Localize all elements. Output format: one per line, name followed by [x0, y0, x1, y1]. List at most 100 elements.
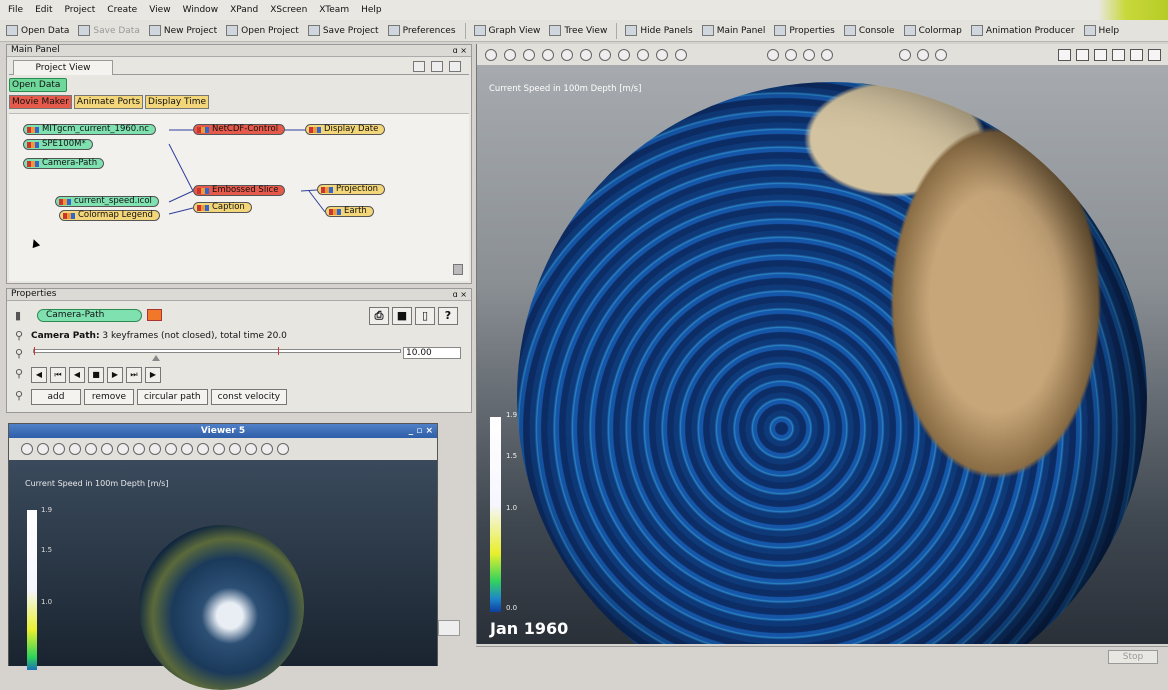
stereo-icon[interactable]	[899, 49, 911, 61]
rotate-icon[interactable]	[85, 443, 97, 455]
seek-icon[interactable]	[165, 443, 177, 455]
console-button[interactable]: Console	[843, 25, 895, 36]
module-color-swatch[interactable]	[147, 309, 162, 321]
time-value-field[interactable]: 10.00	[403, 347, 461, 359]
pin-icon[interactable]: ⚲	[15, 389, 23, 402]
view-iso-icon[interactable]	[821, 49, 833, 61]
view-y-icon[interactable]	[197, 443, 209, 455]
layout-icon[interactable]	[449, 61, 461, 72]
menu-view[interactable]: View	[149, 5, 170, 15]
zoom-icon[interactable]	[542, 49, 554, 61]
viewer5-titlebar[interactable]: Viewer 5 _ ▫ ×	[9, 424, 437, 438]
remove-keyframe-button[interactable]: remove	[84, 389, 134, 405]
node-projection[interactable]: Projection	[317, 184, 386, 195]
tree-view-button[interactable]: Tree View	[549, 25, 607, 36]
trash-icon[interactable]	[453, 264, 463, 275]
node-colormap-legend[interactable]: Colormap Legend	[59, 210, 160, 221]
hand-icon[interactable]	[37, 443, 49, 455]
set-home-icon[interactable]	[133, 443, 145, 455]
menu-xpand[interactable]: XPand	[230, 5, 258, 15]
tab-project-view[interactable]: Project View	[13, 60, 113, 75]
measure-icon[interactable]	[245, 443, 257, 455]
node-display-date[interactable]: Display Date	[305, 124, 386, 135]
rotate-icon[interactable]	[561, 49, 573, 61]
stereo-icon[interactable]	[229, 443, 241, 455]
stop-button[interactable]: Stop	[1108, 650, 1158, 664]
layout-stack-icon[interactable]	[1148, 49, 1161, 61]
play-icon[interactable]: ▶	[145, 367, 161, 383]
spin-icon[interactable]	[101, 443, 113, 455]
module-name-field[interactable]: Camera-Path	[37, 309, 142, 322]
view-y-icon[interactable]	[785, 49, 797, 61]
node-netcdf-control[interactable]: NetCDF-Control	[193, 124, 286, 135]
translate-icon[interactable]	[523, 49, 535, 61]
pointer-icon[interactable]	[485, 49, 497, 61]
dock-close-icon[interactable]: ɑ ×	[453, 289, 467, 300]
menu-xteam[interactable]: XTeam	[319, 5, 349, 15]
const-velocity-button[interactable]: const velocity	[210, 389, 288, 405]
pin-icon[interactable]: ⚲	[15, 329, 23, 342]
layout-vertical-icon[interactable]	[1076, 49, 1089, 61]
pin-icon[interactable]: ⚲	[15, 347, 23, 360]
lock-icon[interactable]: ▯	[415, 307, 435, 325]
view-z-icon[interactable]	[803, 49, 815, 61]
dock-close-icon[interactable]: ɑ ×	[453, 45, 467, 56]
node-camera-path[interactable]: Camera-Path	[23, 158, 105, 169]
view-x-icon[interactable]	[181, 443, 193, 455]
main-viewer-canvas[interactable]: Current Speed in 100m Depth [m/s] 1.9 1.…	[477, 67, 1168, 644]
graph-view-button[interactable]: Graph View	[473, 25, 540, 36]
snapshot-icon[interactable]	[935, 49, 947, 61]
menu-create[interactable]: Create	[107, 5, 137, 15]
view-x-icon[interactable]	[767, 49, 779, 61]
layout-icon[interactable]	[277, 443, 289, 455]
measure-icon[interactable]	[675, 49, 687, 61]
open-data-button[interactable]: Open Data	[6, 25, 69, 36]
hide-panels-button[interactable]: Hide Panels	[625, 25, 693, 36]
animation-producer-button[interactable]: Animation Producer	[970, 25, 1075, 36]
skip-start-icon[interactable]: ⏮	[50, 367, 66, 383]
menu-window[interactable]: Window	[183, 5, 219, 15]
stop-icon[interactable]: ■	[88, 367, 104, 383]
panel-resize-tab[interactable]	[438, 620, 460, 636]
zoom-icon[interactable]	[431, 61, 443, 72]
layout-quad-icon[interactable]	[1112, 49, 1125, 61]
colormap-button[interactable]: Colormap	[903, 25, 962, 36]
add-keyframe-button[interactable]: add	[31, 389, 81, 405]
node-mitgcm[interactable]: MITgcm_current_1960.nc	[23, 124, 156, 135]
step-forward-icon[interactable]: ▶	[107, 367, 123, 383]
view-all-icon[interactable]	[637, 49, 649, 61]
menu-xscreen[interactable]: XScreen	[270, 5, 307, 15]
print-icon[interactable]: ⎙	[369, 307, 389, 325]
properties-button[interactable]: Properties	[774, 25, 835, 36]
open-project-button[interactable]: Open Project	[226, 25, 299, 36]
hand-icon[interactable]	[504, 49, 516, 61]
step-back-icon[interactable]: ◀	[69, 367, 85, 383]
measure-icon[interactable]	[917, 49, 929, 61]
view-all-icon[interactable]	[149, 443, 161, 455]
time-slider[interactable]	[33, 347, 401, 361]
node-current-speed[interactable]: current_speed.icol	[55, 196, 159, 207]
select-icon[interactable]	[413, 61, 425, 72]
new-project-button[interactable]: New Project	[148, 25, 217, 36]
view-z-icon[interactable]	[213, 443, 225, 455]
home-icon[interactable]	[117, 443, 129, 455]
translate-icon[interactable]	[53, 443, 65, 455]
animate-ports-button[interactable]: Animate Ports	[73, 95, 144, 109]
seek-icon[interactable]	[656, 49, 668, 61]
node-caption[interactable]: Caption	[193, 202, 252, 213]
home-icon[interactable]	[599, 49, 611, 61]
node-embossed-slice[interactable]: Embossed Slice	[193, 185, 286, 196]
display-time-button[interactable]: Display Time	[145, 95, 210, 109]
menu-file[interactable]: File	[8, 5, 23, 15]
save-project-button[interactable]: Save Project	[307, 25, 379, 36]
record-icon[interactable]: ■	[392, 307, 412, 325]
spin-icon[interactable]	[580, 49, 592, 61]
menu-help[interactable]: Help	[361, 5, 382, 15]
play-backward-icon[interactable]: ◀	[31, 367, 47, 383]
pointer-icon[interactable]	[21, 443, 33, 455]
save-data-button[interactable]: Save Data	[78, 25, 140, 36]
zoom-icon[interactable]	[69, 443, 81, 455]
preferences-button[interactable]: Preferences	[387, 25, 456, 36]
slider-handle[interactable]	[152, 355, 160, 361]
help-button[interactable]: Help	[1083, 25, 1119, 36]
